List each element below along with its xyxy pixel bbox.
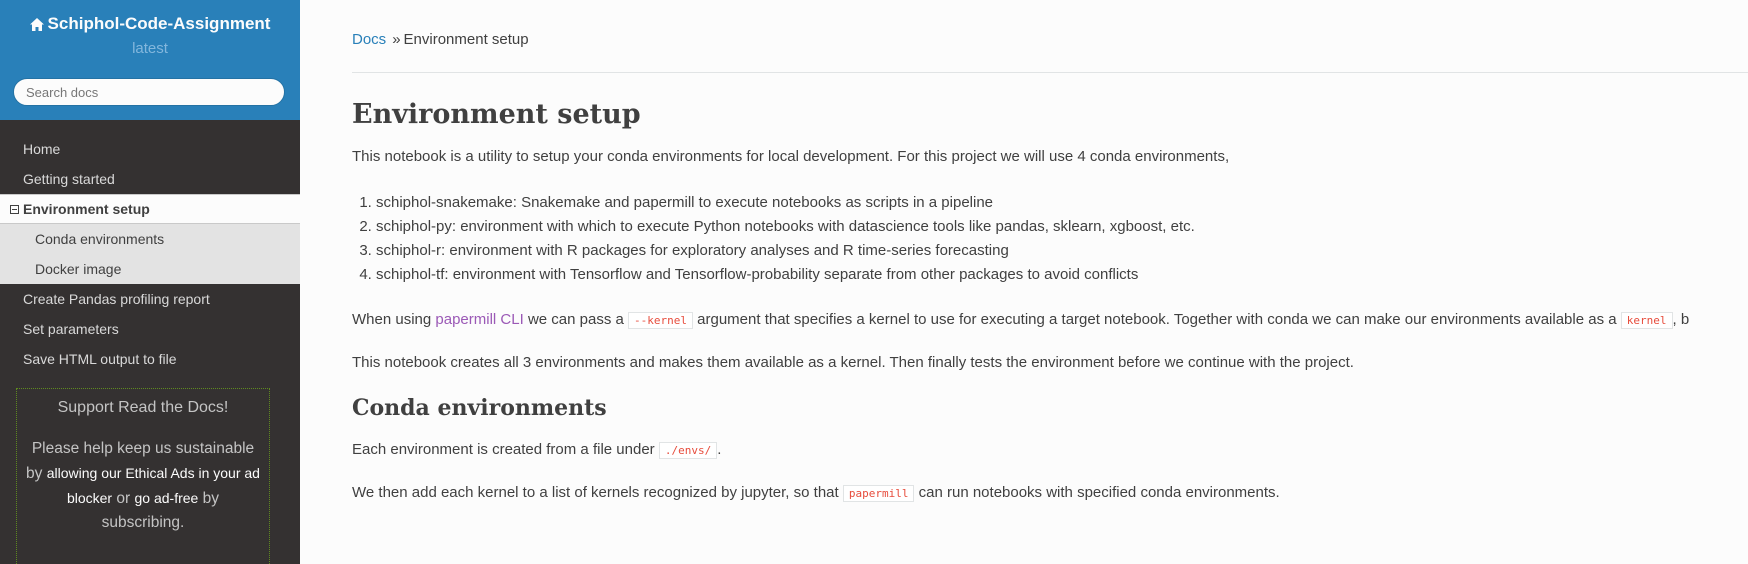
support-rtd-box: Support Read the Docs! Please help keep … xyxy=(16,388,270,564)
project-title: Schiphol-Code-Assignment xyxy=(47,14,271,33)
sidebar-item-getting-started[interactable]: Getting started xyxy=(0,164,300,194)
sidebar-nav: Home Getting started Environment setup C… xyxy=(0,134,300,374)
sidebar: Schiphol-Code-Assignment latest Home Get… xyxy=(0,0,300,564)
main-content: Docs» Environment setup Environment setup… xyxy=(352,0,1748,564)
support-text: Please help keep us sustainable by allow… xyxy=(25,437,261,535)
project-home-link[interactable]: Schiphol-Code-Assignment xyxy=(29,14,271,36)
sidebar-item-label: Environment setup xyxy=(23,201,150,217)
sidebar-item-environment-setup[interactable]: Environment setup xyxy=(0,194,300,224)
sidebar-item-set-parameters[interactable]: Set parameters xyxy=(0,314,300,344)
support-text-2: or xyxy=(116,490,131,507)
collapse-icon[interactable] xyxy=(10,205,19,214)
text: argument that specifies a kernel to use … xyxy=(697,311,1617,328)
kernel-paragraph: This notebook creates all 3 environments… xyxy=(352,354,1354,371)
home-icon xyxy=(29,16,44,36)
jupyter-paragraph: We then add each kernel to a list of ker… xyxy=(352,484,1748,502)
breadcrumb-separator: » xyxy=(392,31,401,48)
divider xyxy=(352,72,1748,73)
breadcrumb-current: Environment setup xyxy=(403,31,529,48)
inline-code: kernel xyxy=(1620,312,1673,329)
breadcrumb: Docs » Environment setup xyxy=(352,31,1748,48)
inline-code: papermill xyxy=(842,485,915,502)
sidebar-subitem-conda-environments[interactable]: Conda environments xyxy=(0,224,300,254)
envs-paragraph: Each environment is created from a file … xyxy=(352,441,1748,459)
sidebar-item-home[interactable]: Home xyxy=(0,134,300,164)
go-ad-free-link[interactable]: go ad-free xyxy=(135,490,199,506)
page-title: Environment setup xyxy=(352,99,641,130)
inline-code: ./envs/ xyxy=(658,442,718,459)
text: We then add each kernel to a list of ker… xyxy=(352,484,839,501)
text: we can pass a xyxy=(527,311,624,328)
text: . xyxy=(717,441,722,458)
sidebar-subitem-docker-image[interactable]: Docker image xyxy=(0,254,300,284)
breadcrumb-docs-link[interactable]: Docs xyxy=(352,31,386,48)
papermill-cli-link[interactable]: papermill CLI xyxy=(435,311,523,328)
intro-paragraph: This notebook is a utility to setup your… xyxy=(352,148,1230,165)
sidebar-item-save-html[interactable]: Save HTML output to file xyxy=(0,344,300,374)
papermill-paragraph: When using papermill CLI we can pass a -… xyxy=(352,311,1748,329)
list-item: schiphol-py: environment with which to e… xyxy=(376,215,1748,239)
search-input[interactable] xyxy=(13,78,285,106)
text: Each environment is created from a file … xyxy=(352,441,655,458)
text: When using xyxy=(352,311,432,328)
sidebar-item-pandas-profiling[interactable]: Create Pandas profiling report xyxy=(0,284,300,314)
sidebar-header: Schiphol-Code-Assignment latest xyxy=(0,0,300,120)
section-title-conda-environments: Conda environments xyxy=(352,395,607,421)
list-item: schiphol-snakemake: Snakemake and paperm… xyxy=(376,191,1748,215)
environments-list: schiphol-snakemake: Snakemake and paperm… xyxy=(352,191,1748,287)
text: can run notebooks with specified conda e… xyxy=(918,484,1280,501)
list-item: schiphol-r: environment with R packages … xyxy=(376,239,1748,263)
text: , b xyxy=(1672,311,1690,328)
version-label: latest xyxy=(132,40,168,57)
inline-code: --kernel xyxy=(628,312,693,329)
list-item: schiphol-tf: environment with Tensorflow… xyxy=(376,263,1748,287)
support-title: Support Read the Docs! xyxy=(57,399,229,416)
